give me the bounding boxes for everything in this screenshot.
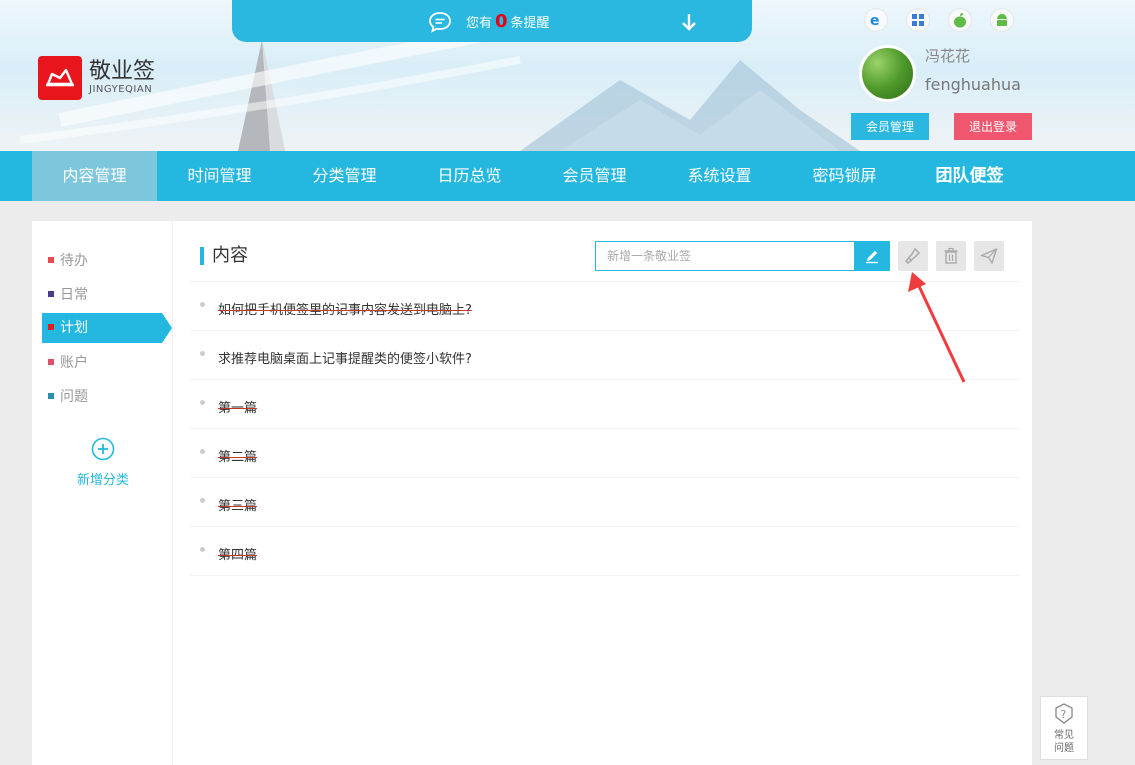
note-item[interactable]: 第四篇 (190, 527, 1020, 576)
header: 敬业签 JINGYEQIAN 您有 0 条提醒 e 冯花花 fenghuahua… (0, 0, 1135, 151)
nav-item-category[interactable]: 分类管理 (282, 151, 407, 201)
category-dot (48, 291, 54, 297)
category-dot (48, 393, 54, 399)
user-username: fenghuahua (925, 75, 1021, 94)
note-item[interactable]: 求推荐电脑桌面上记事提醒类的便签小软件? (190, 331, 1020, 380)
help-label-line2: 问题 (1054, 743, 1074, 754)
content-panel: 待办 日常 计划 账户 问题 新增分类 内容 新增一条敬业签 如何把手机便签里的… (32, 221, 1032, 765)
category-label: 计划 (60, 320, 88, 336)
brand-name-en: JINGYEQIAN (89, 84, 153, 95)
category-dot (48, 324, 54, 330)
avatar[interactable] (859, 45, 916, 102)
reminder-count: 0 (495, 11, 508, 32)
note-item[interactable]: 第二篇 (190, 429, 1020, 478)
category-item[interactable]: 账户 (42, 348, 162, 378)
svg-text:e: e (870, 13, 880, 28)
delete-button[interactable] (936, 241, 966, 271)
reminder-suffix: 条提醒 (510, 16, 550, 31)
arrow-down-icon[interactable] (680, 12, 698, 36)
user-display-name: 冯花花 (925, 47, 971, 65)
broom-icon (904, 247, 921, 265)
help-label-line1: 常见 (1054, 730, 1074, 741)
category-dot (48, 257, 54, 263)
brand-logo[interactable]: 敬业签 JINGYEQIAN (38, 56, 155, 100)
edit-button[interactable] (854, 241, 890, 271)
category-dot (48, 359, 54, 365)
note-text: 第三篇 (218, 499, 258, 514)
content-title: 内容 (200, 247, 248, 265)
main-nav: 内容管理 时间管理 分类管理 日历总览 会员管理 系统设置 密码锁屏 团队便签 (0, 151, 1135, 201)
add-category-label: 新增分类 (76, 473, 129, 488)
note-bullet (200, 351, 205, 356)
note-bullet (200, 302, 205, 307)
category-label: 问题 (60, 389, 88, 405)
nav-item-settings[interactable]: 系统设置 (657, 151, 782, 201)
chat-icon (428, 11, 452, 37)
annotation-arrow-icon (908, 272, 966, 383)
question-icon: ? (1055, 703, 1073, 724)
send-button[interactable] (974, 241, 1004, 271)
note-text: 如何把手机便签里的记事内容发送到电脑上? (218, 303, 472, 318)
note-item[interactable]: 第三篇 (190, 478, 1020, 527)
reminder-bar[interactable]: 您有 0 条提醒 (232, 0, 752, 42)
category-item[interactable]: 日常 (42, 280, 162, 310)
add-circle-icon (91, 437, 115, 461)
note-text: 第一篇 (218, 401, 258, 416)
windows-icon[interactable] (906, 8, 930, 32)
ie-icon[interactable]: e (864, 8, 888, 32)
new-note-input[interactable] (595, 241, 855, 271)
android-icon[interactable] (990, 8, 1014, 32)
nav-item-time[interactable]: 时间管理 (157, 151, 282, 201)
help-button[interactable]: ? 常见 问题 (1040, 696, 1088, 760)
category-label: 待办 (60, 253, 88, 269)
trash-icon (944, 247, 958, 264)
logo-icon (38, 56, 82, 100)
category-sidebar: 待办 日常 计划 账户 问题 新增分类 (32, 221, 173, 765)
note-text: 第四篇 (218, 548, 258, 563)
note-bullet (200, 449, 205, 454)
logout-button[interactable]: 退出登录 (954, 113, 1032, 140)
reminder-prefix: 您有 (466, 16, 493, 31)
clear-button[interactable] (898, 241, 928, 271)
category-item[interactable]: 待办 (42, 246, 162, 276)
note-item[interactable]: 如何把手机便签里的记事内容发送到电脑上? (190, 282, 1020, 331)
note-bullet (200, 547, 205, 552)
nav-item-members[interactable]: 会员管理 (532, 151, 657, 201)
category-item-active[interactable]: 计划 (42, 313, 172, 343)
category-item[interactable]: 问题 (42, 382, 162, 412)
category-label: 日常 (60, 287, 88, 303)
member-management-button[interactable]: 会员管理 (851, 113, 929, 140)
note-item[interactable]: 第一篇 (190, 380, 1020, 429)
note-bullet (200, 400, 205, 405)
nav-item-lock[interactable]: 密码锁屏 (782, 151, 907, 201)
add-category-button[interactable]: 新增分类 (73, 437, 133, 488)
category-label: 账户 (60, 355, 88, 371)
note-bullet (200, 498, 205, 503)
note-text: 求推荐电脑桌面上记事提醒类的便签小软件? (218, 352, 472, 367)
brand-name: 敬业签 (89, 59, 156, 84)
nav-item-content[interactable]: 内容管理 (32, 151, 157, 201)
platform-downloads: e (864, 8, 1014, 32)
apple-icon[interactable] (948, 8, 972, 32)
nav-item-team[interactable]: 团队便签 (907, 151, 1032, 201)
pencil-icon (866, 250, 878, 264)
svg-text:?: ? (1061, 708, 1067, 721)
note-text: 第二篇 (218, 450, 258, 465)
nav-item-calendar[interactable]: 日历总览 (407, 151, 532, 201)
paper-plane-icon (980, 248, 998, 264)
